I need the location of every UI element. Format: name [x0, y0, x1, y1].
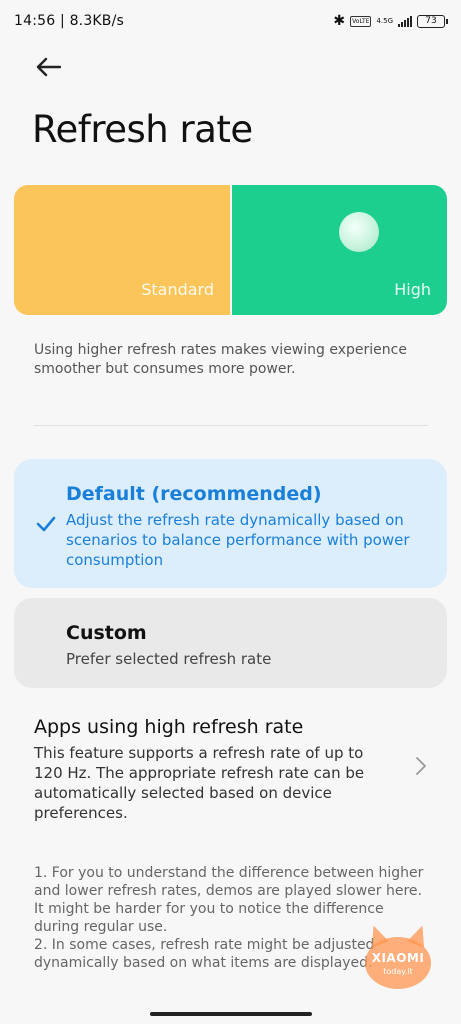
option-custom-subtitle: Prefer selected refresh rate	[66, 650, 272, 668]
preview-high-panel: High	[230, 185, 447, 315]
status-time-speed: 14:56 | 8.3KB/s	[14, 13, 125, 29]
page-title: Refresh rate	[32, 108, 253, 151]
option-custom-title: Custom	[66, 622, 147, 644]
home-indicator[interactable]	[150, 1012, 312, 1016]
preview-standard-label: Standard	[141, 280, 214, 299]
chevron-right-icon	[415, 754, 427, 782]
network-type: 4.5G	[376, 17, 393, 25]
refresh-rate-preview: Standard High	[14, 185, 447, 315]
signal-icon	[398, 15, 412, 27]
option-default-title: Default (recommended)	[66, 483, 322, 505]
preview-high-label: High	[394, 280, 431, 299]
apps-row-description: This feature supports a refresh rate of …	[34, 744, 365, 822]
refresh-rate-description: Using higher refresh rates makes viewing…	[34, 342, 407, 377]
option-default-subtitle: Adjust the refresh rate dynamically base…	[66, 511, 410, 569]
volte-icon: VoLTE	[350, 15, 372, 27]
back-button[interactable]	[30, 52, 66, 82]
status-bar: 14:56 | 8.3KB/s ✱ VoLTE 4.5G 73	[0, 0, 461, 42]
divider	[34, 425, 428, 426]
preview-standard-panel: Standard	[14, 185, 230, 315]
watermark-site: today.it	[383, 967, 413, 976]
arrow-left-icon	[36, 57, 61, 77]
option-default[interactable]: Default (recommended) Adjust the refresh…	[14, 459, 447, 588]
xiaomi-today-watermark: XIAOMI today.it	[362, 922, 432, 989]
demo-ball	[339, 212, 379, 252]
battery-icon: 73	[417, 14, 448, 28]
watermark-brand: XIAOMI	[371, 951, 425, 965]
option-custom[interactable]: Custom Prefer selected refresh rate	[14, 598, 447, 688]
apps-high-refresh-row[interactable]: Apps using high refresh rate This featur…	[0, 712, 461, 827]
status-icons: ✱ VoLTE 4.5G 73	[333, 13, 448, 29]
checkmark-icon	[36, 513, 56, 537]
apps-row-title: Apps using high refresh rate	[34, 716, 304, 738]
bluetooth-icon: ✱	[333, 13, 346, 29]
